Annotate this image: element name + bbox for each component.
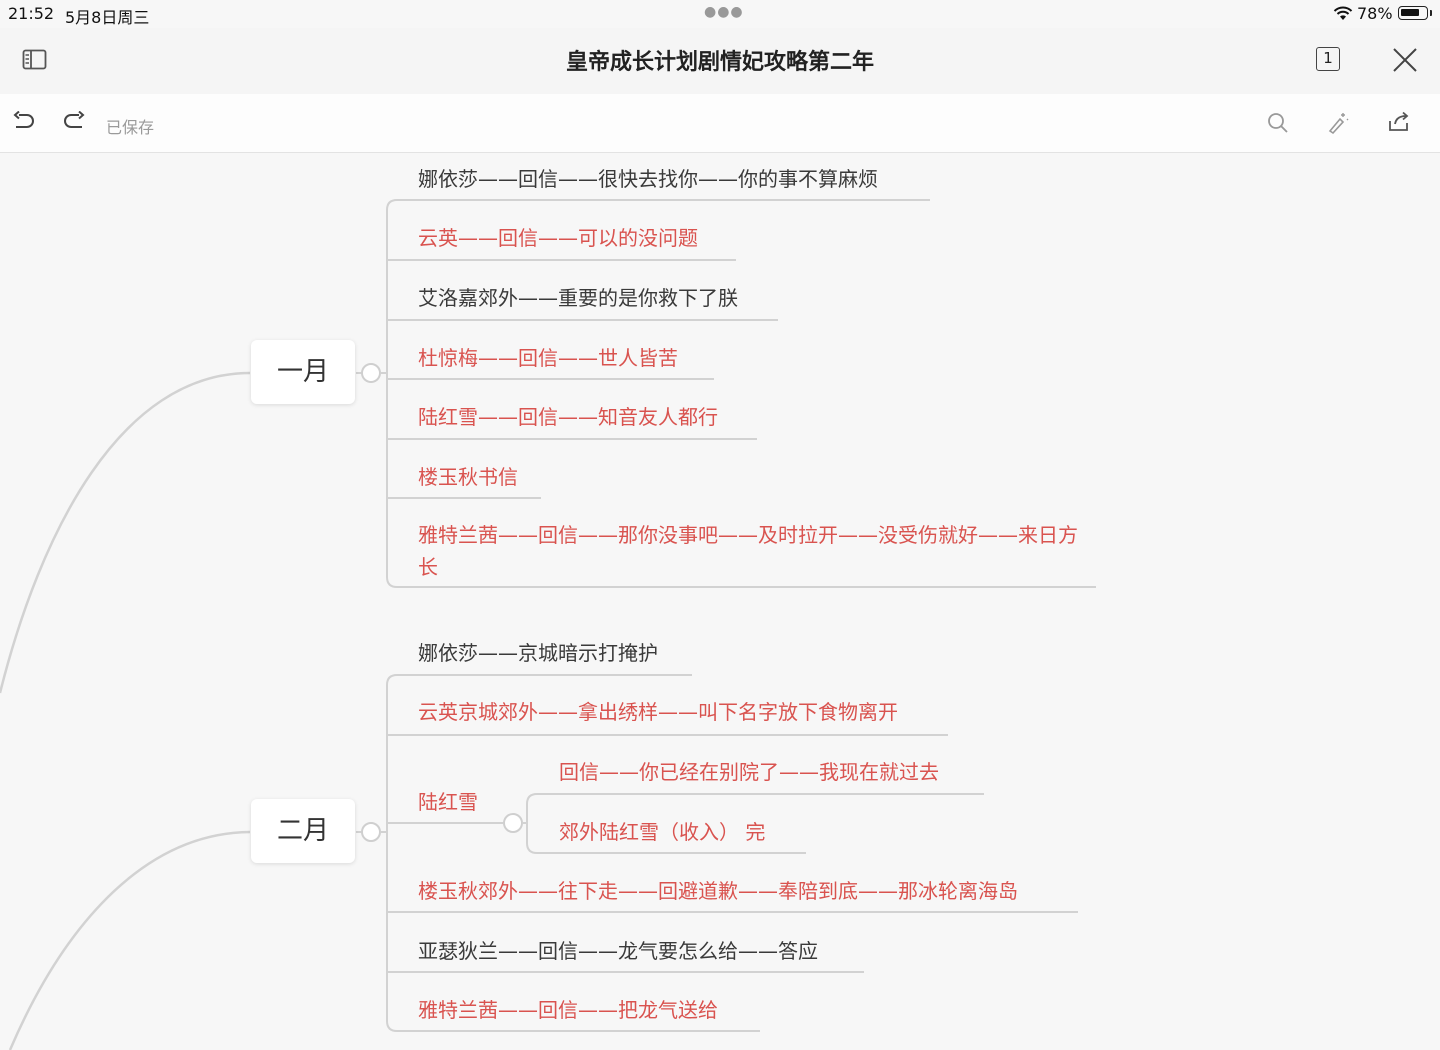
saved-status: 已保存 bbox=[106, 118, 155, 137]
multitasking-dots-icon[interactable]: ●●● bbox=[704, 4, 744, 20]
search-icon[interactable] bbox=[1267, 112, 1289, 134]
title-bar: 皇帝成长计划剧情妃攻略第二年 1 bbox=[0, 28, 1440, 94]
node-february[interactable]: 二月 bbox=[251, 799, 355, 863]
february-item-1[interactable]: 娜依莎——京城暗示打掩护 bbox=[418, 637, 658, 669]
toolbar: 已保存 bbox=[0, 94, 1440, 153]
redo-icon[interactable] bbox=[62, 111, 86, 133]
january-item-3[interactable]: 艾洛嘉郊外——重要的是你救下了朕 bbox=[418, 282, 738, 314]
status-date: 5月8日周三 bbox=[65, 8, 150, 27]
february-item-2[interactable]: 云英京城郊外——拿出绣样——叫下名字放下食物离开 bbox=[418, 696, 898, 728]
january-item-7[interactable]: 雅特兰茜——回信——那你没事吧——及时拉开——没受伤就好——来日方长 bbox=[418, 519, 1078, 583]
january-item-5[interactable]: 陆红雪——回信——知音友人都行 bbox=[418, 401, 718, 433]
february-subitem-1[interactable]: 回信——你已经在别院了——我现在就过去 bbox=[559, 756, 939, 788]
february-item-6[interactable]: 雅特兰茜——回信——把龙气送给 bbox=[418, 994, 718, 1026]
page-count-button[interactable]: 1 bbox=[1316, 47, 1340, 71]
undo-icon[interactable] bbox=[12, 111, 36, 133]
battery-tip bbox=[1430, 10, 1432, 16]
battery-icon bbox=[1398, 6, 1428, 20]
node-january[interactable]: 一月 bbox=[251, 340, 355, 404]
january-item-1[interactable]: 娜依莎——回信——很快去找你——你的事不算麻烦 bbox=[418, 163, 878, 195]
status-time: 21:52 bbox=[8, 4, 55, 23]
battery-percent: 78% bbox=[1357, 4, 1393, 23]
january-item-6[interactable]: 楼玉秋书信 bbox=[418, 461, 518, 493]
close-icon[interactable] bbox=[1392, 47, 1418, 73]
january-item-2[interactable]: 云英——回信——可以的没问题 bbox=[418, 222, 698, 254]
page-count: 1 bbox=[1323, 49, 1333, 67]
february-item-3[interactable]: 陆红雪 bbox=[418, 786, 478, 818]
luhongxue-collapse-toggle[interactable] bbox=[503, 813, 523, 833]
february-item-4[interactable]: 楼玉秋郊外——往下走——回避道歉——奉陪到底——那冰轮离海岛 bbox=[418, 875, 1018, 907]
february-collapse-toggle[interactable] bbox=[361, 822, 381, 842]
format-brush-icon[interactable] bbox=[1326, 111, 1350, 135]
document-title: 皇帝成长计划剧情妃攻略第二年 bbox=[565, 50, 874, 75]
february-item-5[interactable]: 亚瑟狄兰——回信——龙气要怎么给——答应 bbox=[418, 935, 818, 967]
wifi-icon bbox=[1333, 6, 1353, 20]
battery-level-fill bbox=[1401, 9, 1419, 16]
status-bar: 21:52 5月8日周三 ●●● 78% bbox=[0, 0, 1440, 28]
share-icon[interactable] bbox=[1387, 110, 1411, 134]
february-subitem-2[interactable]: 郊外陆红雪（收入） 完 bbox=[559, 816, 765, 848]
january-collapse-toggle[interactable] bbox=[361, 363, 381, 383]
mindmap-canvas[interactable]: 一月 娜依莎——回信——很快去找你——你的事不算麻烦 云英——回信——可以的没问… bbox=[0, 153, 1440, 1050]
january-item-4[interactable]: 杜惊梅——回信——世人皆苦 bbox=[418, 342, 678, 374]
